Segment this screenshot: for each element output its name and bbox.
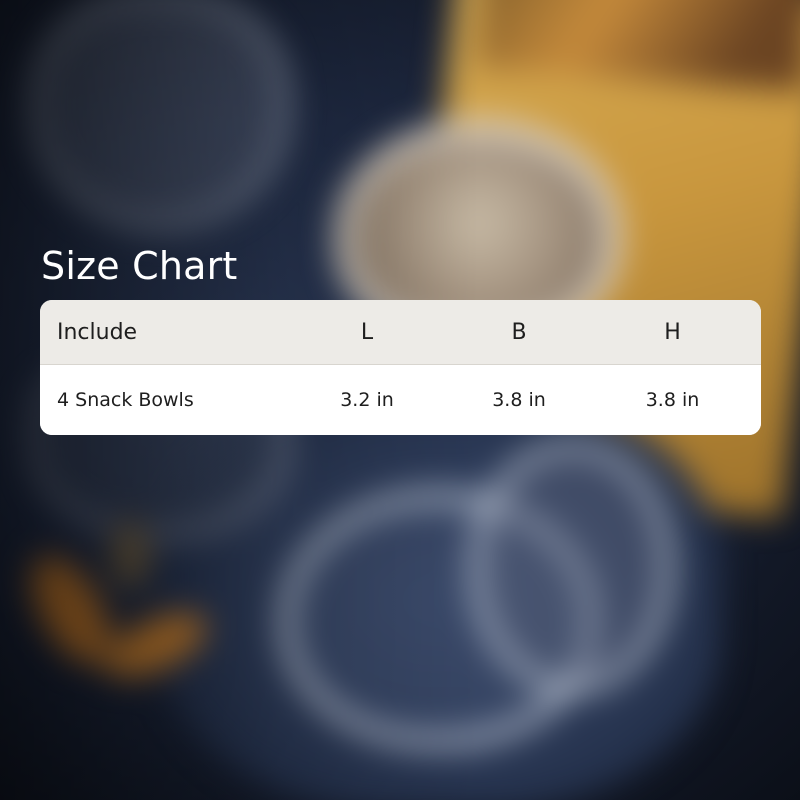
cell-height: 3.8 in — [645, 389, 700, 411]
size-chart-title: Size Chart — [41, 244, 238, 288]
header-breadth: B — [511, 319, 527, 345]
header-include: Include — [57, 319, 138, 345]
cell-length: 3.2 in — [340, 389, 394, 411]
table-header-row: Include L B H — [40, 300, 761, 365]
cell-breadth: 3.8 in — [492, 389, 546, 411]
cell-include: 4 Snack Bowls — [57, 389, 194, 411]
size-chart-table: Include L B H 4 Snack Bowls 3.2 in 3.8 i… — [40, 300, 761, 435]
header-height: H — [664, 319, 681, 345]
header-length: L — [360, 319, 374, 345]
table-row: 4 Snack Bowls 3.2 in 3.8 in 3.8 in — [40, 365, 761, 435]
